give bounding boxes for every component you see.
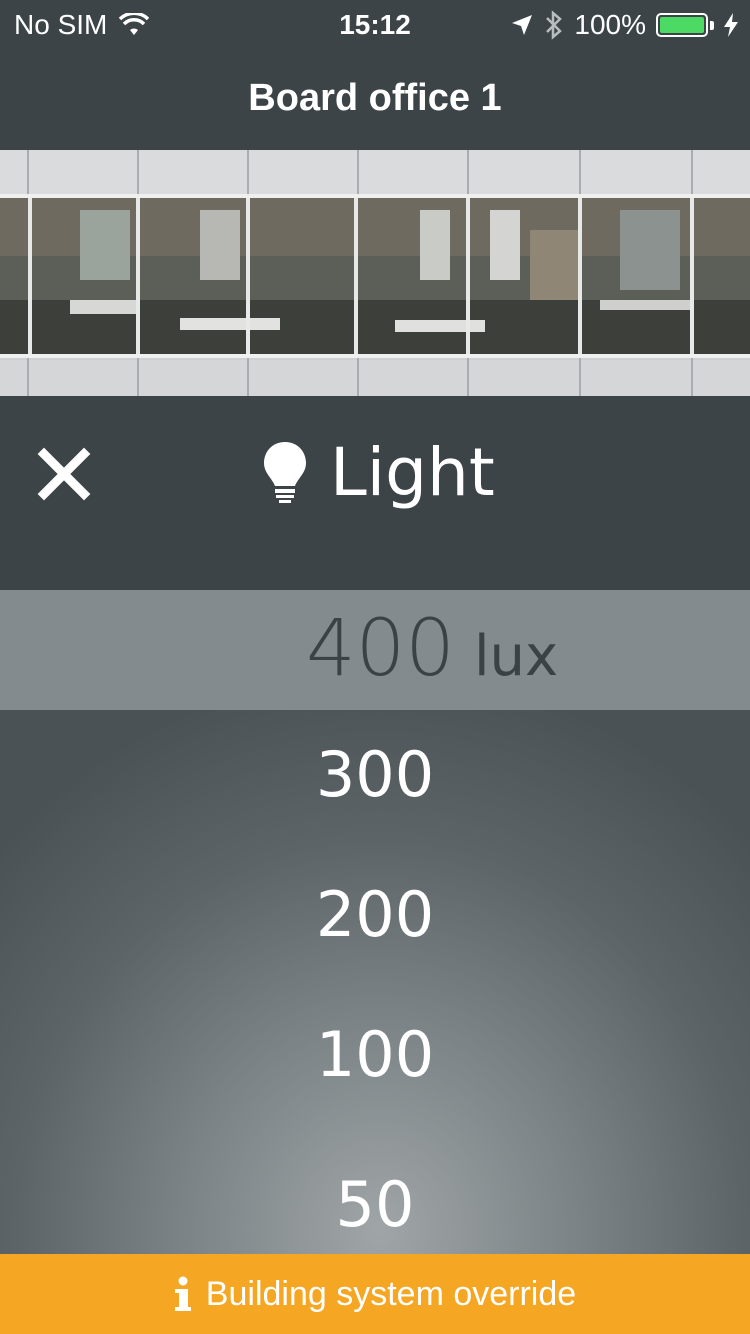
building-override-banner[interactable]: Building system override: [0, 1254, 750, 1334]
info-icon: [174, 1276, 191, 1311]
lightbulb-icon: [264, 442, 306, 503]
room-photo: [0, 150, 750, 396]
close-button[interactable]: [36, 446, 92, 502]
office-facade-image: [0, 150, 750, 396]
battery-icon: [656, 13, 708, 37]
status-bar: No SIM 15:12 100%: [0, 0, 750, 50]
location-arrow-icon: [512, 15, 533, 35]
override-label: Building system override: [205, 1274, 577, 1313]
battery-level: [660, 17, 704, 33]
page-title: Board office 1: [248, 77, 502, 119]
picker-option[interactable]: 200: [0, 878, 750, 951]
lux-picker[interactable]: 400 lux 300 200 100 50: [0, 590, 750, 1254]
control-title-group: Light: [262, 432, 495, 512]
nav-bar: Board office 1: [0, 50, 750, 150]
charging-bolt-icon: [724, 13, 738, 37]
battery-tip: [710, 20, 714, 30]
picker-option[interactable]: 100: [0, 1018, 750, 1091]
lux-unit-label: lux: [474, 624, 559, 689]
battery-percent: 100%: [574, 9, 646, 40]
close-icon: [37, 447, 91, 501]
status-right: 100%: [510, 9, 738, 41]
picker-option[interactable]: 50: [0, 1168, 750, 1241]
control-title: Light: [330, 433, 495, 511]
selected-lux-value: 400: [306, 604, 455, 694]
picker-selected-row[interactable]: 400 lux: [0, 590, 750, 710]
bluetooth-icon: [546, 10, 563, 40]
picker-option[interactable]: 300: [0, 738, 750, 811]
